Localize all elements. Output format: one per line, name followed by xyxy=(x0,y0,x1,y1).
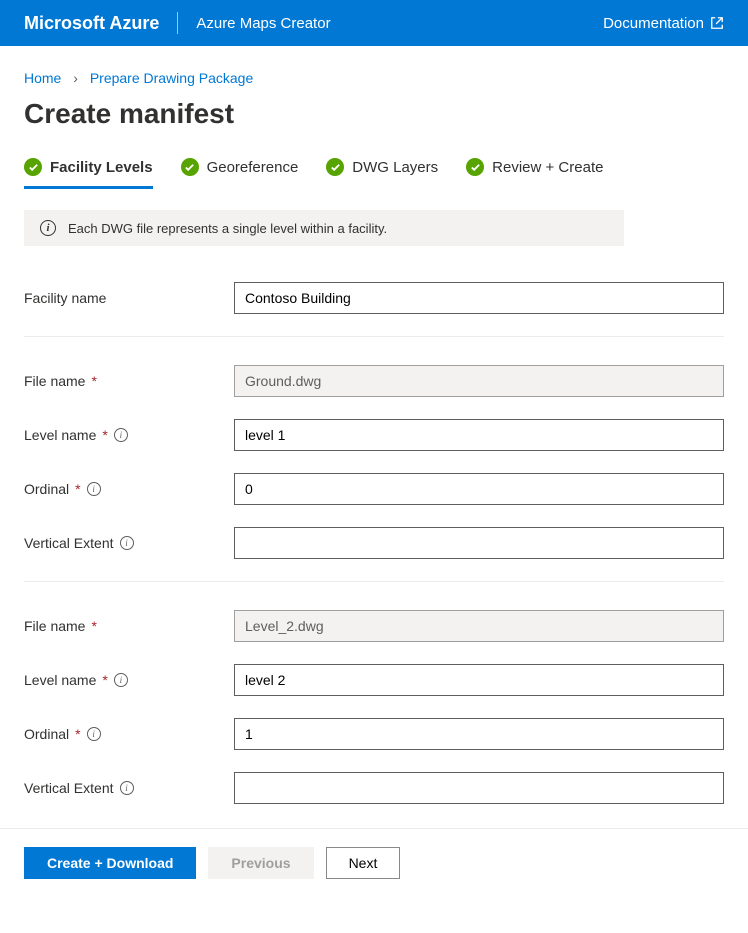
required-marker: * xyxy=(102,427,107,443)
label-file-name: File name* xyxy=(24,373,234,389)
documentation-label: Documentation xyxy=(603,15,704,32)
app-name: Azure Maps Creator xyxy=(196,15,603,32)
tab-label: Review + Create xyxy=(492,159,603,176)
tab-facility-levels[interactable]: Facility Levels xyxy=(24,158,153,189)
info-icon: i xyxy=(40,220,56,236)
label-level-name: Level name* i xyxy=(24,672,234,688)
previous-button: Previous xyxy=(208,847,313,879)
info-icon[interactable]: i xyxy=(114,428,128,442)
required-marker: * xyxy=(75,481,80,497)
section-divider xyxy=(24,581,724,582)
check-circle-icon xyxy=(24,158,42,176)
documentation-link[interactable]: Documentation xyxy=(603,15,724,32)
wizard-tabs: Facility Levels Georeference DWG Layers … xyxy=(24,158,724,186)
divider xyxy=(177,12,178,34)
info-icon[interactable]: i xyxy=(87,482,101,496)
ordinal-input[interactable] xyxy=(234,473,724,505)
vertical-extent-input[interactable] xyxy=(234,772,724,804)
info-icon[interactable]: i xyxy=(120,536,134,550)
external-link-icon xyxy=(710,16,724,30)
required-marker: * xyxy=(91,618,96,634)
file-name-input xyxy=(234,365,724,397)
row-level-name: Level name* i xyxy=(24,419,724,451)
tab-review-create[interactable]: Review + Create xyxy=(466,158,603,186)
info-icon[interactable]: i xyxy=(120,781,134,795)
vertical-extent-input[interactable] xyxy=(234,527,724,559)
info-banner: i Each DWG file represents a single leve… xyxy=(24,210,624,246)
page-title: Create manifest xyxy=(24,98,724,130)
required-marker: * xyxy=(91,373,96,389)
label-facility-name: Facility name xyxy=(24,290,234,306)
label-file-name: File name* xyxy=(24,618,234,634)
row-vertical-extent: Vertical Extent i xyxy=(24,772,724,804)
row-file-name: File name* xyxy=(24,610,724,642)
breadcrumb-parent[interactable]: Prepare Drawing Package xyxy=(90,70,253,86)
ordinal-input[interactable] xyxy=(234,718,724,750)
next-button[interactable]: Next xyxy=(326,847,401,879)
chevron-right-icon: › xyxy=(73,70,78,86)
main-content: Home › Prepare Drawing Package Create ma… xyxy=(0,46,748,804)
tab-dwg-layers[interactable]: DWG Layers xyxy=(326,158,438,186)
top-bar: Microsoft Azure Azure Maps Creator Docum… xyxy=(0,0,748,46)
check-circle-icon xyxy=(181,158,199,176)
level-name-input[interactable] xyxy=(234,664,724,696)
file-name-input xyxy=(234,610,724,642)
check-circle-icon xyxy=(466,158,484,176)
required-marker: * xyxy=(75,726,80,742)
row-level-name: Level name* i xyxy=(24,664,724,696)
label-vertical-extent: Vertical Extent i xyxy=(24,780,234,796)
facility-name-input[interactable] xyxy=(234,282,724,314)
row-file-name: File name* xyxy=(24,365,724,397)
row-vertical-extent: Vertical Extent i xyxy=(24,527,724,559)
row-facility-name: Facility name xyxy=(24,282,724,314)
label-vertical-extent: Vertical Extent i xyxy=(24,535,234,551)
create-download-button[interactable]: Create + Download xyxy=(24,847,196,879)
row-ordinal: Ordinal* i xyxy=(24,718,724,750)
section-divider xyxy=(24,336,724,337)
breadcrumb: Home › Prepare Drawing Package xyxy=(24,70,724,86)
info-banner-text: Each DWG file represents a single level … xyxy=(68,221,387,236)
tab-label: Georeference xyxy=(207,159,299,176)
label-level-name: Level name* i xyxy=(24,427,234,443)
brand-logo: Microsoft Azure xyxy=(24,13,159,34)
tab-georeference[interactable]: Georeference xyxy=(181,158,299,186)
required-marker: * xyxy=(102,672,107,688)
footer-actions: Create + Download Previous Next xyxy=(0,828,748,897)
label-ordinal: Ordinal* i xyxy=(24,481,234,497)
tab-label: DWG Layers xyxy=(352,159,438,176)
tab-label: Facility Levels xyxy=(50,159,153,176)
row-ordinal: Ordinal* i xyxy=(24,473,724,505)
info-icon[interactable]: i xyxy=(114,673,128,687)
label-ordinal: Ordinal* i xyxy=(24,726,234,742)
check-circle-icon xyxy=(326,158,344,176)
level-name-input[interactable] xyxy=(234,419,724,451)
breadcrumb-home[interactable]: Home xyxy=(24,70,61,86)
info-icon[interactable]: i xyxy=(87,727,101,741)
